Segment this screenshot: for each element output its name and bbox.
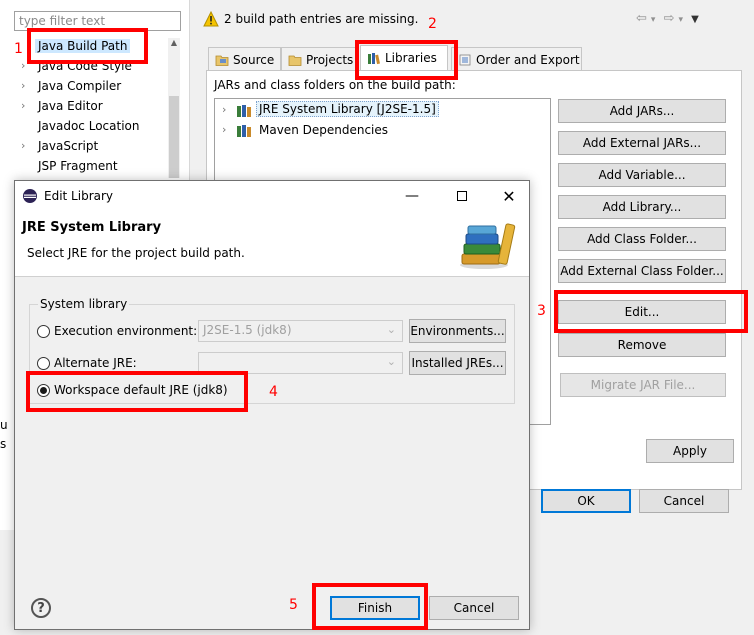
dropdown-icon[interactable]: ▾ (678, 15, 683, 25)
back-arrow-icon[interactable]: ⇦ (636, 11, 647, 26)
order-export-icon (459, 54, 471, 66)
add-variable-button[interactable]: Add Variable... (558, 163, 726, 187)
tab-label: Projects (306, 53, 354, 67)
dialog-cancel-button[interactable]: Cancel (429, 596, 519, 620)
eclipse-icon (23, 189, 37, 203)
migrate-jar-button[interactable]: Migrate JAR File... (560, 373, 726, 397)
library-jre-system[interactable]: › JRE System Library [J2SE-1.5] (222, 101, 522, 121)
projects-icon (288, 55, 302, 66)
add-jars-button[interactable]: Add JARs... (558, 99, 726, 123)
annotation-box-5 (312, 583, 428, 630)
minimize-icon[interactable]: — (398, 182, 426, 210)
build-path-label: JARs and class folders on the build path… (214, 78, 456, 92)
group-label: System library (38, 297, 130, 311)
add-library-button[interactable]: Add Library... (558, 195, 726, 219)
annotation-number-2: 2 (428, 16, 437, 32)
dialog-heading: JRE System Library (22, 220, 162, 235)
warning-message: 2 build path entries are missing. (224, 12, 419, 26)
chevron-down-icon: ⌄ (386, 355, 396, 368)
source-folder-icon (215, 55, 229, 66)
radio-button[interactable] (37, 325, 50, 338)
library-label: Maven Dependencies (259, 123, 389, 137)
annotation-number-1: 1 (14, 41, 23, 57)
chevron-right-icon[interactable]: › (21, 139, 25, 152)
annotation-number-5: 5 (289, 597, 298, 613)
chevron-right-icon[interactable]: › (21, 99, 25, 112)
chevron-right-icon[interactable]: › (222, 123, 226, 136)
radio-execution-environment[interactable]: Execution environment: (37, 322, 197, 342)
tree-item-java-editor[interactable]: › Java Editor (18, 97, 168, 117)
chevron-right-icon[interactable]: › (21, 59, 25, 72)
installed-jres-button[interactable]: Installed JREs... (409, 351, 506, 375)
tab-label: Order and Export (476, 53, 580, 67)
tab-label: Source (233, 53, 275, 67)
scrollbar-thumb[interactable] (169, 96, 179, 178)
warning-icon (203, 11, 219, 27)
annotation-number-4: 4 (269, 384, 278, 400)
left-fragment-text: s (0, 437, 7, 451)
radio-label: Execution environment: (54, 324, 198, 338)
add-external-jars-button[interactable]: Add External JARs... (558, 131, 726, 155)
library-icon (237, 125, 251, 137)
books-library-icon (460, 223, 516, 269)
tree-item-label: Java Editor (38, 99, 103, 113)
cancel-button[interactable]: Cancel (639, 489, 729, 513)
tree-item-label: Javadoc Location (38, 119, 140, 133)
library-icon (237, 105, 251, 117)
library-label: JRE System Library [J2SE-1.5] (256, 101, 439, 117)
annotation-box-1 (27, 28, 148, 64)
apply-button[interactable]: Apply (646, 439, 734, 463)
chevron-down-icon: ⌄ (386, 323, 396, 336)
view-menu-icon[interactable]: ▼ (691, 14, 699, 25)
tree-item-jsp-fragment[interactable]: JSP Fragment (18, 157, 168, 177)
maximize-icon[interactable] (448, 182, 476, 210)
close-icon[interactable]: ✕ (495, 182, 523, 210)
radio-button[interactable] (37, 357, 50, 370)
ok-button[interactable]: OK (541, 489, 631, 513)
select-value: J2SE-1.5 (jdk8) (203, 323, 292, 337)
tree-item-label: JSP Fragment (38, 159, 118, 173)
tree-item-label: Java Compiler (38, 79, 122, 93)
tab-source[interactable]: Source (208, 47, 281, 71)
tree-scrollbar[interactable]: ▲ (168, 38, 180, 178)
annotation-number-3: 3 (537, 303, 546, 319)
scroll-up-icon[interactable]: ▲ (168, 38, 180, 47)
tree-item-javadoc-location[interactable]: Javadoc Location (18, 117, 168, 137)
forward-arrow-icon[interactable]: ⇨ (664, 11, 675, 26)
annotation-box-4 (26, 371, 248, 412)
add-class-folder-button[interactable]: Add Class Folder... (558, 227, 726, 251)
library-maven-dependencies[interactable]: › Maven Dependencies (222, 121, 522, 141)
environments-button[interactable]: Environments... (409, 319, 506, 343)
annotation-box-3 (554, 290, 748, 333)
dialog-description: Select JRE for the project build path. (27, 246, 245, 260)
annotation-box-2 (355, 40, 458, 80)
left-fragment-text: u (0, 418, 8, 432)
chevron-right-icon[interactable]: › (222, 103, 226, 116)
remove-button[interactable]: Remove (558, 333, 726, 357)
dropdown-icon[interactable]: ▾ (651, 15, 656, 25)
tab-projects[interactable]: Projects (281, 47, 357, 71)
tree-item-javascript[interactable]: › JavaScript (18, 137, 168, 157)
history-nav: ⇦ ▾ ⇨ ▾ ▼ (636, 11, 736, 29)
dialog-title: Edit Library (44, 189, 114, 203)
execution-environment-select[interactable]: J2SE-1.5 (jdk8) ⌄ (198, 320, 403, 342)
tree-item-java-compiler[interactable]: › Java Compiler (18, 77, 168, 97)
tree-item-label: JavaScript (38, 139, 99, 153)
help-icon[interactable]: ? (31, 598, 51, 618)
tab-order-and-export[interactable]: Order and Export (451, 47, 582, 71)
radio-label: Alternate JRE: (54, 356, 137, 370)
chevron-right-icon[interactable]: › (21, 79, 25, 92)
add-external-class-folder-button[interactable]: Add External Class Folder... (558, 259, 726, 283)
